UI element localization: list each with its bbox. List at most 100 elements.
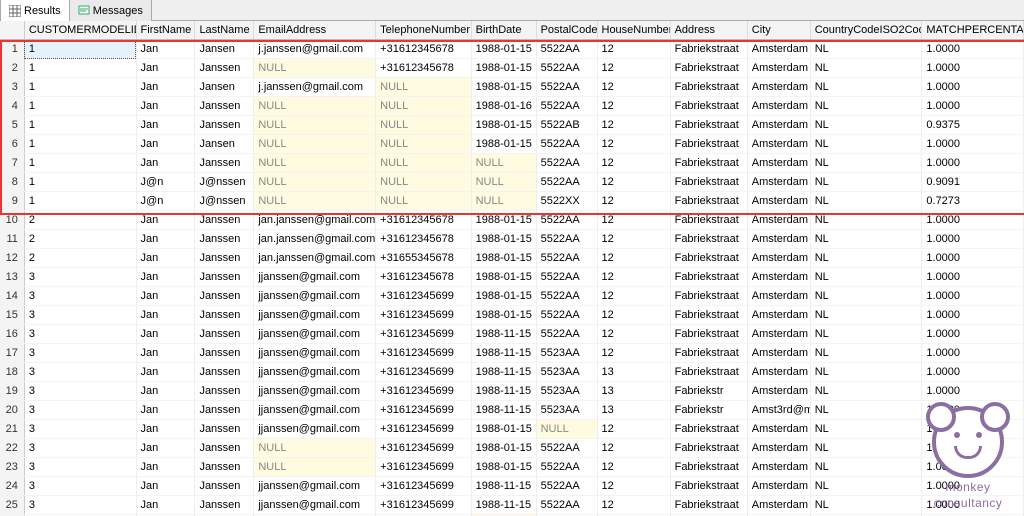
cell[interactable]: Amsterdam [747,40,810,59]
cell[interactable]: 13 [597,382,670,401]
cell[interactable]: NULL [376,78,471,97]
cell[interactable]: 1988-01-15 [471,439,536,458]
table-row[interactable]: 71JanJanssenNULLNULLNULL5522AA12Fabrieks… [0,154,1024,173]
cell[interactable]: Jan [136,59,195,78]
cell[interactable]: 12 [597,40,670,59]
cell[interactable]: Janssen [195,97,254,116]
cell[interactable]: 0.7273 [922,192,1024,211]
cell[interactable]: Jan [136,154,195,173]
cell[interactable]: 1 [24,59,136,78]
cell[interactable]: Fabriekstraat [670,97,747,116]
table-row[interactable]: 143JanJanssenjjanssen@gmail.com+31612345… [0,287,1024,306]
tab-messages[interactable]: Messages [69,0,152,23]
cell[interactable]: 3 [24,401,136,420]
cell[interactable]: Janssen [195,401,254,420]
cell[interactable]: Jan [136,268,195,287]
cell[interactable]: 1988-01-15 [471,211,536,230]
cell[interactable]: NULL [254,458,376,477]
cell[interactable]: jjanssen@gmail.com [254,268,376,287]
cell[interactable]: 5522AA [536,40,597,59]
cell[interactable]: Jansen [195,135,254,154]
rownum-cell[interactable]: 2 [0,59,24,78]
cell[interactable]: jjanssen@gmail.com [254,401,376,420]
rownum-cell[interactable]: 25 [0,496,24,515]
cell[interactable]: 3 [24,420,136,439]
cell[interactable]: NL [810,230,922,249]
cell[interactable]: Jan [136,211,195,230]
cell[interactable]: Amst3rd@m [747,401,810,420]
cell[interactable]: Jan [136,458,195,477]
cell[interactable]: 1 [24,40,136,59]
cell[interactable]: 12 [597,135,670,154]
cell[interactable]: 1.0000 [922,249,1024,268]
cell[interactable]: 12 [597,496,670,515]
cell[interactable]: Janssen [195,363,254,382]
cell[interactable]: jjanssen@gmail.com [254,382,376,401]
rownum-cell[interactable]: 12 [0,249,24,268]
cell[interactable]: 1988-01-15 [471,306,536,325]
cell[interactable]: Jan [136,344,195,363]
cell[interactable]: 1.0000 [922,211,1024,230]
cell[interactable]: NL [810,154,922,173]
cell[interactable]: 1.0000 [922,40,1024,59]
cell[interactable]: +31612345678 [376,40,471,59]
cell[interactable]: 1.0000 [922,78,1024,97]
cell[interactable]: Jan [136,97,195,116]
cell[interactable]: J@nssen [195,192,254,211]
cell[interactable]: NULL [376,97,471,116]
rownum-cell[interactable]: 8 [0,173,24,192]
cell[interactable]: 1988-11-15 [471,477,536,496]
cell[interactable]: 1988-01-15 [471,287,536,306]
rownum-cell[interactable]: 20 [0,401,24,420]
cell[interactable]: 13 [597,401,670,420]
cell[interactable]: 1.0000 [922,287,1024,306]
cell[interactable]: 1988-01-15 [471,458,536,477]
cell[interactable]: 5522AA [536,135,597,154]
cell[interactable]: Amsterdam [747,230,810,249]
cell[interactable]: NULL [471,154,536,173]
cell[interactable]: Janssen [195,59,254,78]
cell[interactable]: 1.0000 [922,306,1024,325]
cell[interactable]: 1988-11-15 [471,401,536,420]
cell[interactable]: 12 [597,477,670,496]
cell[interactable]: NULL [254,173,376,192]
cell[interactable]: 1.0000 [922,154,1024,173]
cell[interactable]: Jan [136,249,195,268]
rownum-cell[interactable]: 24 [0,477,24,496]
cell[interactable]: Amsterdam [747,268,810,287]
table-row[interactable]: 133JanJanssenjjanssen@gmail.com+31612345… [0,268,1024,287]
table-row[interactable]: 203JanJanssenjjanssen@gmail.com+31612345… [0,401,1024,420]
cell[interactable]: +31655345678 [376,249,471,268]
rownum-cell[interactable]: 16 [0,325,24,344]
cell[interactable]: 1 [24,192,136,211]
cell[interactable]: NULL [254,439,376,458]
cell[interactable]: 12 [597,249,670,268]
cell[interactable]: Janssen [195,287,254,306]
table-row[interactable]: 91J@nJ@nssenNULLNULLNULL5522XX12Fabrieks… [0,192,1024,211]
cell[interactable]: Jan [136,78,195,97]
cell[interactable]: NL [810,382,922,401]
tab-results[interactable]: Results [0,0,70,23]
cell[interactable]: +31612345678 [376,59,471,78]
cell[interactable]: NULL [376,173,471,192]
cell[interactable]: 2 [24,249,136,268]
cell[interactable]: Janssen [195,154,254,173]
cell[interactable]: Amsterdam [747,477,810,496]
cell[interactable]: Amsterdam [747,382,810,401]
col-address[interactable]: Address [670,21,747,40]
cell[interactable]: NL [810,401,922,420]
table-row[interactable]: 41JanJanssenNULLNULL1988-01-165522AA12Fa… [0,97,1024,116]
cell[interactable]: 1988-01-15 [471,230,536,249]
cell[interactable]: NL [810,439,922,458]
cell[interactable]: Fabriekstraat [670,211,747,230]
cell[interactable]: NL [810,344,922,363]
cell[interactable]: 5522AA [536,439,597,458]
cell[interactable]: NL [810,59,922,78]
cell[interactable]: 1988-01-15 [471,268,536,287]
cell[interactable]: jjanssen@gmail.com [254,363,376,382]
cell[interactable]: NL [810,420,922,439]
cell[interactable]: 5522AA [536,287,597,306]
cell[interactable]: 5522AA [536,78,597,97]
cell[interactable]: Amsterdam [747,154,810,173]
col-city[interactable]: City [747,21,810,40]
